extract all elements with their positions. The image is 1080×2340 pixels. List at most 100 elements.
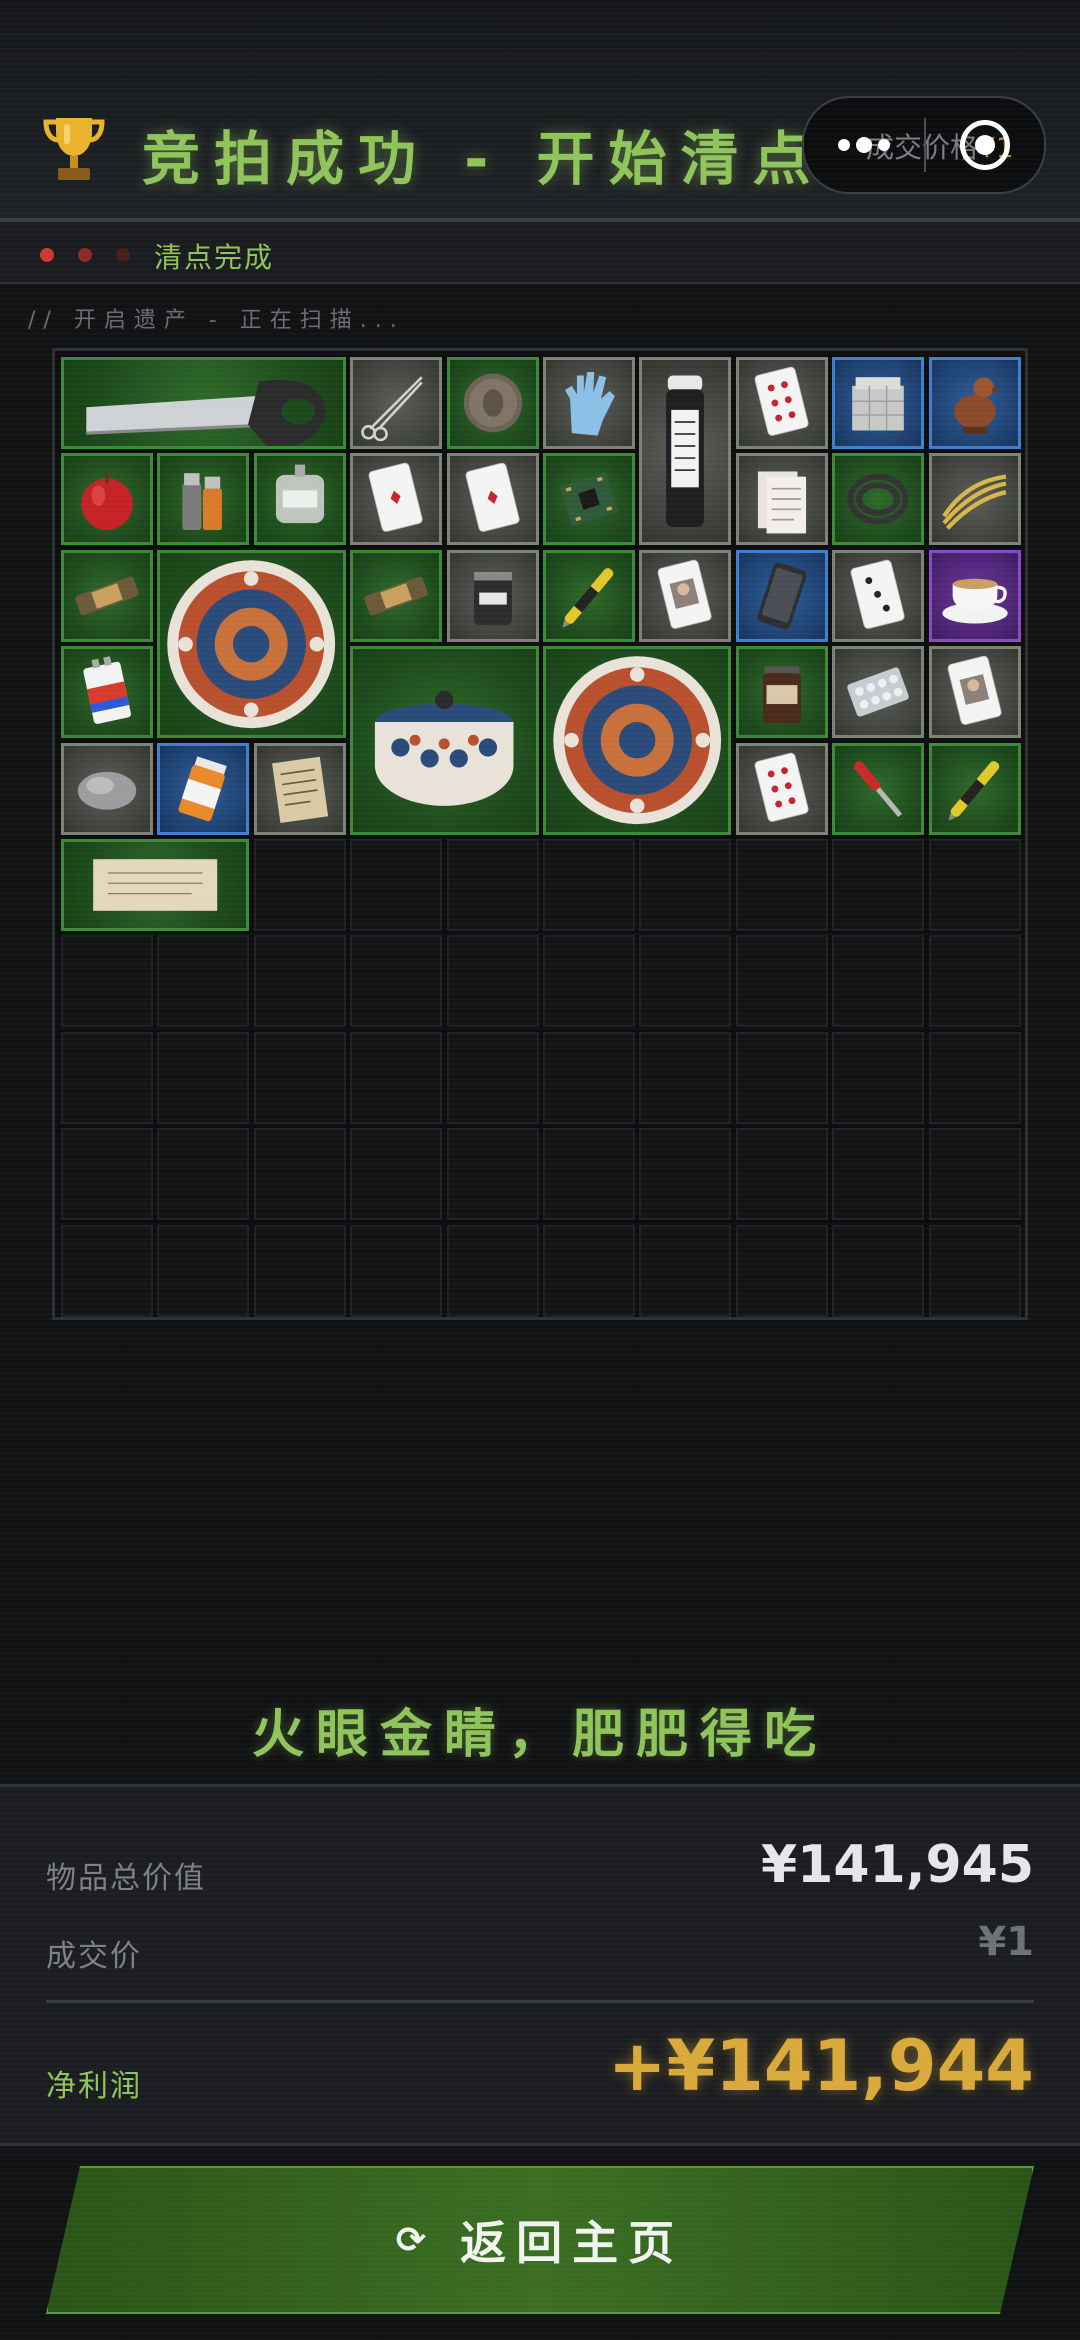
inventory-item-coffee-jar[interactable] <box>735 646 828 739</box>
inventory-item-hose[interactable] <box>832 453 925 546</box>
grid-cell <box>157 1128 250 1221</box>
grid-cell <box>832 1031 925 1124</box>
more-icon[interactable] <box>838 134 896 153</box>
card-clubs-icon <box>850 559 905 629</box>
inventory-item-iv-bag[interactable] <box>253 453 346 546</box>
inventory-item-screwdriver[interactable] <box>832 742 925 835</box>
glove-icon <box>564 372 615 436</box>
grid-cell <box>928 1031 1021 1124</box>
inventory-item-scissors[interactable] <box>350 357 443 449</box>
inventory-item-snack-bar[interactable] <box>350 549 443 642</box>
grid-cell <box>543 1224 635 1317</box>
status-bar: 清点完成 <box>0 222 1080 284</box>
grid-cell <box>928 1224 1021 1317</box>
inventory-item-card-diamond[interactable] <box>350 453 443 546</box>
grid-cell <box>928 839 1021 931</box>
inventory-item-bird-figurine[interactable] <box>928 357 1021 449</box>
grid-cell <box>61 1128 153 1221</box>
inventory-item-saw[interactable] <box>61 357 346 449</box>
lighter-icon <box>182 473 223 531</box>
grid-cell <box>639 935 732 1028</box>
sample-bottle-icon <box>666 375 705 527</box>
apple-icon <box>81 471 133 531</box>
summary-divider <box>46 2000 1034 2003</box>
card-portrait-icon <box>947 655 1002 726</box>
grid-cell <box>735 1128 828 1221</box>
inventory-item-snack-bar[interactable] <box>61 549 153 642</box>
coin-icon <box>463 373 522 433</box>
grid-cell <box>350 1031 443 1124</box>
status-dot-darkred <box>78 248 92 262</box>
mini-program-capsule[interactable]: 成交价格¥1 <box>802 96 1046 194</box>
grid-cell <box>543 839 635 931</box>
inventory-item-lighter[interactable] <box>157 453 250 546</box>
slogan: 火眼金睛，肥肥得吃 <box>251 1705 828 1765</box>
ornate-plate-icon <box>553 656 722 825</box>
inventory-item-pill-blister[interactable] <box>832 646 925 739</box>
grid-cell <box>350 1128 443 1221</box>
inventory-item-battery[interactable] <box>61 646 153 739</box>
card-diamond-icon <box>368 463 423 533</box>
inventory-item-protein-jar[interactable] <box>446 549 539 642</box>
box-stack-icon <box>852 377 904 431</box>
screwdriver-icon <box>853 760 903 817</box>
inventory-item-old-note[interactable] <box>253 742 346 835</box>
status-dot-red <box>40 248 54 262</box>
inventory-item-apple[interactable] <box>61 453 153 546</box>
inventory-item-voltage-pen[interactable] <box>543 549 635 642</box>
inventory-item-pill-bottle[interactable] <box>157 742 250 835</box>
inventory-item-card-hearts[interactable] <box>735 742 828 835</box>
inventory-item-box-stack[interactable] <box>832 357 925 449</box>
grid-cell <box>61 1031 153 1124</box>
inventory-item-ornate-plate[interactable] <box>157 549 346 739</box>
inventory-item-card-clubs[interactable] <box>832 549 925 642</box>
header: 竞拍成功 - 开始清点 成交价格¥1 <box>0 0 1080 222</box>
inventory-item-sample-bottle[interactable] <box>639 357 732 546</box>
grid-cell <box>253 935 346 1028</box>
inventory-item-mouse[interactable] <box>61 742 153 835</box>
grid-cell <box>61 1224 153 1317</box>
inventory-item-phone[interactable] <box>735 549 828 642</box>
grid-cell <box>832 1224 925 1317</box>
page-title: 竞拍成功 - 开始清点 <box>142 125 825 193</box>
inventory-item-voltage-pen[interactable] <box>928 742 1021 835</box>
inventory-item-scroll-paper[interactable] <box>61 839 250 931</box>
grid-cell <box>253 839 346 931</box>
inventory-item-receipts[interactable] <box>735 453 828 546</box>
card-diamond-icon <box>465 463 520 533</box>
inventory-item-coin[interactable] <box>446 357 539 449</box>
inventory-item-rope[interactable] <box>928 453 1021 546</box>
grid-cell <box>543 935 635 1028</box>
inventory-item-circuit-board[interactable] <box>543 453 635 546</box>
grid-cell <box>735 935 828 1028</box>
capsule-divider <box>924 118 926 172</box>
inventory-item-glove[interactable] <box>543 357 635 449</box>
inventory-item-card-diamond[interactable] <box>446 453 539 546</box>
inventory-item-teacup[interactable] <box>928 549 1021 642</box>
close-icon[interactable] <box>960 120 1010 170</box>
inventory-item-card-portrait[interactable] <box>928 646 1021 739</box>
iv-bag-icon <box>275 464 324 524</box>
return-home-button[interactable]: ⟳ 返回主页 <box>46 2166 1034 2314</box>
receipts-icon <box>757 471 806 534</box>
grid-cell <box>253 1128 346 1221</box>
grid-cell <box>735 839 828 931</box>
grid-cell <box>157 1031 250 1124</box>
circuit-board-icon <box>559 472 619 527</box>
voltage-pen-icon <box>948 760 999 821</box>
card-portrait-icon <box>657 559 713 629</box>
hose-icon <box>847 474 909 525</box>
pill-bottle-icon <box>178 756 228 821</box>
coffee-jar-icon <box>762 666 801 724</box>
grid-cell <box>832 839 925 931</box>
grid-cell <box>735 1224 828 1317</box>
scroll-paper-icon <box>93 859 218 911</box>
inventory-item-card-portrait[interactable] <box>639 549 732 642</box>
old-note-icon <box>271 756 328 823</box>
pill-blister-icon <box>847 667 909 717</box>
inventory-item-card-hearts[interactable] <box>735 357 828 449</box>
inventory-item-ornate-pot[interactable] <box>350 646 539 835</box>
grid-cell <box>253 1031 346 1124</box>
inventory-item-ornate-plate[interactable] <box>543 646 732 835</box>
card-hearts-icon <box>754 366 809 436</box>
